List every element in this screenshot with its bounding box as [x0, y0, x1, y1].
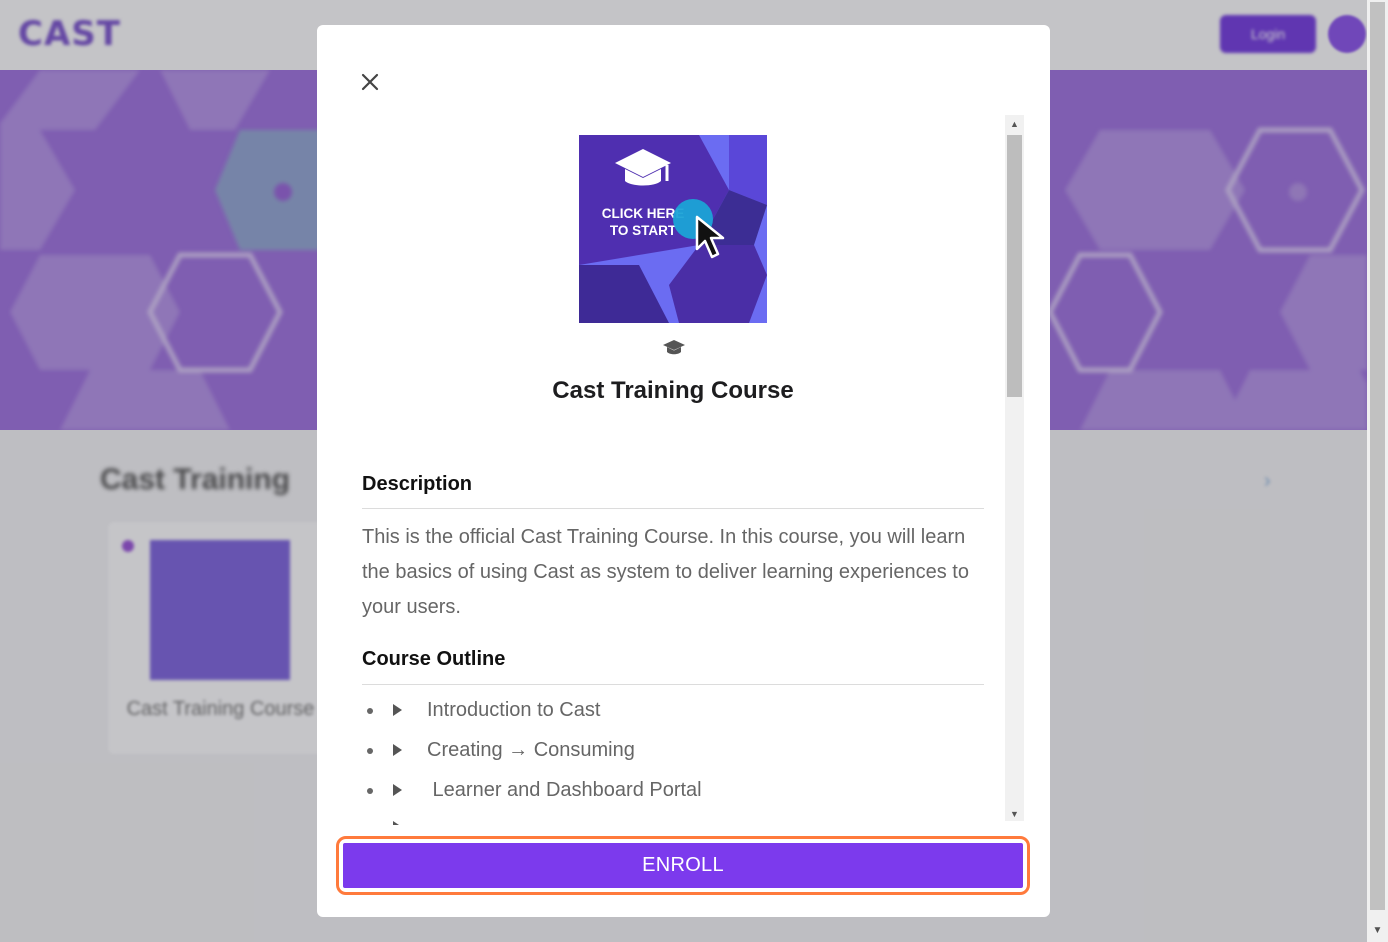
outline-item-partial [362, 815, 984, 825]
modal-scrollbar-thumb[interactable] [1007, 135, 1022, 397]
image-caption-line2: TO START [610, 223, 677, 238]
course-outline-list: Introduction to Cast Creating → Consumin… [362, 695, 984, 825]
bullet-icon [367, 748, 373, 754]
outline-item-label: Learner and Dashboard Portal [427, 779, 702, 801]
modal-body: CLICK HERE TO START Cast Training Course… [362, 115, 1002, 845]
page-scrollbar[interactable]: ▼ [1367, 0, 1388, 942]
modal-scrollbar[interactable]: ▲ ▼ [1005, 115, 1024, 821]
graduation-cap-icon [663, 340, 685, 355]
description-heading: Description [362, 473, 473, 495]
outline-item-label: Creating → Consuming [427, 739, 635, 761]
close-icon[interactable] [357, 69, 383, 95]
course-title: Cast Training Course [552, 377, 794, 404]
course-outline-heading: Course Outline [362, 648, 506, 670]
divider [362, 508, 984, 509]
course-image[interactable]: CLICK HERE TO START [579, 135, 767, 323]
scroll-up-arrow-icon[interactable]: ▲ [1005, 119, 1024, 129]
outline-item[interactable]: Learner and Dashboard Portal [362, 775, 984, 815]
divider [362, 684, 984, 685]
outline-item[interactable]: Creating → Consuming [362, 735, 984, 775]
course-modal: CLICK HERE TO START Cast Training Course… [317, 25, 1050, 917]
bullet-icon [367, 708, 373, 714]
expand-triangle-icon[interactable] [393, 744, 402, 756]
close-button[interactable] [357, 69, 383, 95]
enroll-highlight: ENROLL [336, 836, 1030, 895]
image-caption-line1: CLICK HERE [602, 206, 685, 221]
outline-item[interactable]: Introduction to Cast [362, 695, 984, 735]
page-scrollbar-thumb[interactable] [1370, 2, 1385, 910]
expand-triangle-icon[interactable] [393, 784, 402, 796]
expand-triangle-icon[interactable] [393, 704, 402, 716]
enroll-button[interactable]: ENROLL [343, 843, 1023, 888]
scroll-down-arrow-icon[interactable]: ▼ [1367, 925, 1388, 936]
scroll-down-arrow-icon[interactable]: ▼ [1005, 809, 1024, 819]
course-description: This is the official Cast Training Cours… [362, 526, 969, 618]
outline-item-label: Introduction to Cast [427, 699, 601, 721]
expand-triangle-icon [393, 821, 402, 825]
bullet-icon [367, 788, 373, 794]
